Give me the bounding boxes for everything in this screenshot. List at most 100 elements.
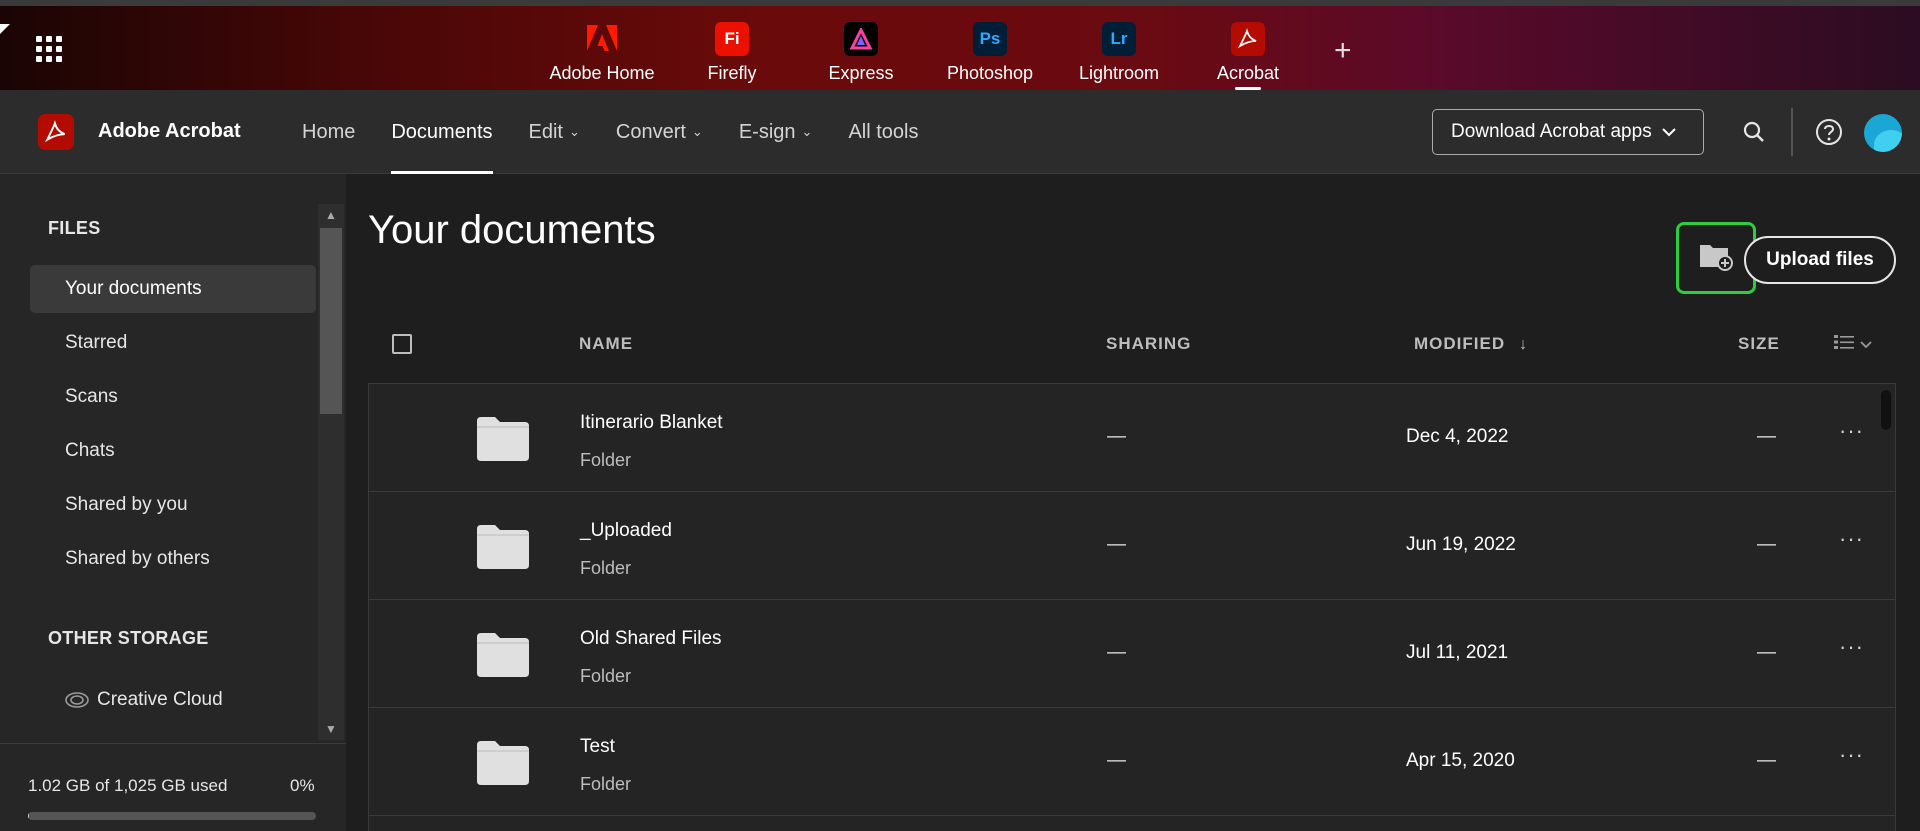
brand-title[interactable]: Adobe Acrobat [98, 120, 241, 143]
row-type: Folder [580, 450, 632, 470]
sidebar-scrollbar[interactable]: ▲ ▼ [318, 204, 344, 740]
row-name[interactable]: Old Shared Files [580, 628, 722, 650]
row-size: — [1757, 426, 1776, 447]
sidebar-item-starred[interactable]: Starred [30, 319, 316, 367]
storage-percent: 0% [290, 776, 315, 795]
lightroom-icon: Lr [1102, 22, 1136, 56]
nav-label: E-sign [738, 120, 796, 143]
column-name-header[interactable]: NAME [579, 334, 633, 354]
sidebar: FILES Your documents Starred Scans Chats… [0, 174, 346, 831]
download-button-label: Download Acrobat apps [1451, 121, 1652, 142]
more-options-icon[interactable]: ··· [1839, 526, 1864, 552]
scroll-up-icon[interactable]: ▲ [318, 204, 344, 226]
acrobat-header: Adobe Acrobat Home Documents Edit ⌄ Conve… [0, 90, 1920, 174]
row-sharing: — [1107, 750, 1126, 771]
firefly-icon: Fi [715, 22, 749, 56]
app-photoshop[interactable]: Ps Photoshop [930, 18, 1050, 84]
sidebar-item-shared-by-others[interactable]: Shared by others [30, 535, 316, 583]
row-name[interactable]: Itinerario Blanket [580, 412, 723, 434]
column-size-header[interactable]: SIZE [1738, 334, 1780, 354]
photoshop-icon: Ps [973, 22, 1007, 56]
app-label: Express [828, 63, 894, 83]
app-label: Acrobat [1188, 63, 1308, 90]
select-all-checkbox[interactable] [392, 334, 412, 354]
nav-edit[interactable]: Edit ⌄ [529, 90, 580, 174]
nav-home[interactable]: Home [302, 90, 355, 174]
folder-icon [475, 739, 531, 792]
sidebar-item-label: Scans [65, 386, 118, 407]
download-acrobat-apps-button[interactable]: Download Acrobat apps [1432, 109, 1704, 155]
sidebar-item-label: Your documents [65, 278, 202, 299]
sort-down-arrow-icon: ↓ [1519, 336, 1529, 353]
express-icon [844, 22, 878, 56]
search-icon[interactable] [1738, 116, 1770, 148]
row-sharing: — [1107, 426, 1126, 447]
chevron-down-icon [1661, 125, 1676, 140]
chevron-down-icon: ⌄ [568, 124, 580, 139]
nav-label: Edit [528, 120, 563, 143]
table-row[interactable]: Old Shared Files Folder — Jul 11, 2021 —… [369, 600, 1895, 708]
nav-convert[interactable]: Convert ⌄ [616, 90, 703, 174]
more-options-icon[interactable]: ··· [1839, 742, 1864, 768]
sidebar-item-chats[interactable]: Chats [30, 427, 316, 475]
row-modified: Dec 4, 2022 [1406, 426, 1509, 447]
other-storage-heading: OTHER STORAGE [48, 628, 209, 648]
folder-icon [475, 415, 531, 468]
app-label: Photoshop [946, 63, 1034, 83]
chevron-down-icon [1860, 336, 1872, 352]
sidebar-item-your-documents[interactable]: Your documents [30, 265, 316, 313]
add-app-button[interactable]: + [1334, 34, 1352, 68]
app-label: Adobe Home [549, 63, 655, 83]
chevron-down-icon: ⌄ [691, 124, 703, 139]
row-sharing: — [1107, 534, 1126, 555]
sidebar-item-shared-by-you[interactable]: Shared by you [30, 481, 316, 529]
scroll-down-icon[interactable]: ▼ [318, 718, 344, 740]
nav-all-tools[interactable]: All tools [848, 90, 918, 174]
header-divider [1791, 108, 1793, 156]
folder-add-icon [1698, 241, 1734, 276]
main-nav: Home Documents Edit ⌄ Convert ⌄ E-sign ⌄ Al… [302, 90, 954, 174]
more-options-icon[interactable]: ··· [1839, 634, 1864, 660]
table-row[interactable]: _Uploaded Folder — Jun 19, 2022 — ··· [369, 492, 1895, 600]
nav-documents[interactable]: Documents [391, 90, 493, 174]
nav-label: Home [302, 120, 356, 143]
sidebar-item-label: Shared by you [65, 494, 188, 515]
app-adobe-home[interactable]: Adobe Home [542, 18, 662, 84]
more-options-icon[interactable]: ··· [1839, 418, 1864, 444]
nav-esign[interactable]: E-sign ⌄ [739, 90, 813, 174]
sidebar-item-label: Shared by others [65, 548, 210, 569]
row-name[interactable]: _Uploaded [580, 520, 672, 542]
nav-label: Convert [615, 120, 686, 143]
nav-label: Documents [391, 120, 493, 143]
storage-usage-text: 1.02 GB of 1,025 GB used [28, 776, 228, 795]
acrobat-logo-icon[interactable] [38, 114, 74, 150]
row-name[interactable]: Test [580, 736, 615, 758]
folder-icon [475, 631, 531, 684]
row-size: — [1757, 534, 1776, 555]
sidebar-item-label: Starred [65, 332, 128, 353]
app-firefly[interactable]: Fi Firefly [672, 18, 792, 84]
app-lightroom[interactable]: Lr Lightroom [1059, 18, 1179, 84]
upload-files-button[interactable]: Upload files [1744, 236, 1896, 284]
storage-progress-bar [28, 812, 316, 820]
adobe-logo-icon [585, 22, 619, 56]
sidebar-item-creative-cloud[interactable]: Creative Cloud [30, 676, 316, 724]
creative-cloud-icon [65, 691, 89, 709]
avatar[interactable] [1864, 114, 1902, 152]
app-express[interactable]: Express [801, 18, 921, 84]
table-row[interactable]: Test Folder — Apr 15, 2020 — ··· [369, 708, 1895, 816]
sidebar-item-scans[interactable]: Scans [30, 373, 316, 421]
list-view-icon [1834, 334, 1854, 353]
column-modified-label: MODIFIED [1414, 334, 1506, 353]
files-heading: FILES [48, 218, 101, 238]
scroll-thumb[interactable] [320, 228, 342, 414]
nav-label: All tools [848, 120, 919, 143]
row-modified: Jun 19, 2022 [1406, 534, 1516, 555]
app-acrobat[interactable]: Acrobat [1188, 18, 1308, 90]
help-icon[interactable] [1813, 116, 1845, 148]
column-sharing-header[interactable]: SHARING [1106, 334, 1191, 354]
view-options-button[interactable] [1834, 334, 1872, 353]
row-type: Folder [580, 558, 632, 578]
table-row[interactable]: Itinerario Blanket Folder — Dec 4, 2022 … [369, 384, 1895, 492]
column-modified-header[interactable]: MODIFIED ↓ [1414, 334, 1528, 354]
